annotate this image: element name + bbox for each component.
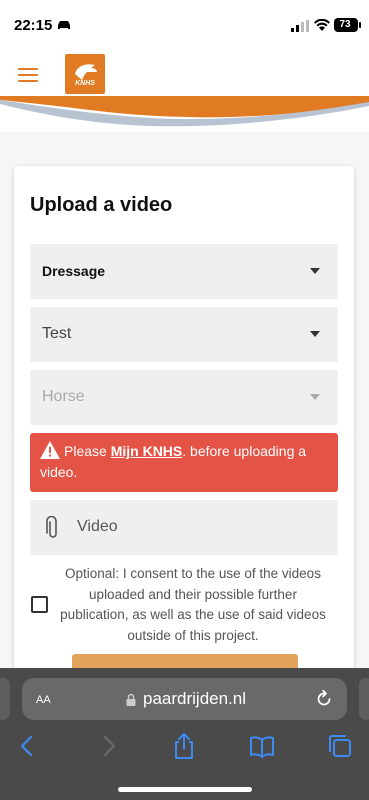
discipline-select[interactable]: Dressage (30, 244, 338, 299)
consent-checkbox[interactable] (31, 596, 48, 613)
car-icon (58, 21, 70, 29)
back-button[interactable] (14, 732, 42, 760)
previous-tab-preview[interactable] (0, 678, 10, 720)
test-value: Test (42, 325, 72, 342)
bookmarks-button[interactable] (248, 732, 276, 760)
share-icon (175, 733, 193, 759)
menu-icon[interactable] (18, 68, 38, 84)
url-text: paardrijden.nl (143, 689, 247, 708)
paperclip-icon (46, 516, 57, 538)
horse-value: Horse (42, 388, 85, 405)
site-header: KNHS (0, 46, 369, 132)
status-bar: 22:15 73 (0, 0, 369, 46)
warning-icon (40, 441, 60, 459)
mijn-knhs-link[interactable]: Mijn KNHS (111, 443, 183, 459)
test-select[interactable]: Test (30, 307, 338, 362)
next-tab-preview[interactable] (359, 678, 369, 720)
wifi-icon (314, 19, 330, 31)
page-title: Upload a video (30, 194, 173, 216)
reload-icon[interactable] (315, 690, 333, 708)
discipline-value: Dressage (42, 263, 106, 279)
forward-button[interactable] (94, 732, 122, 760)
horse-head-icon (75, 64, 97, 80)
horse-select[interactable]: Horse (30, 370, 338, 425)
address-bar[interactable]: AA paardrijden.nl (22, 678, 347, 720)
tabs-button[interactable] (326, 732, 354, 760)
signal-icon (291, 20, 309, 32)
chevron-down-icon (310, 331, 320, 337)
tabs-icon (329, 735, 351, 757)
battery-level: 73 (339, 19, 351, 30)
bookmarks-icon (250, 736, 274, 758)
consent-text: Optional: I consent to the use of the vi… (60, 566, 326, 643)
upload-card: Upload a video Dressage Test Horse Pleas… (14, 166, 354, 726)
aa-label: AA (36, 694, 51, 706)
share-button[interactable] (170, 732, 198, 760)
home-indicator (118, 787, 252, 792)
browser-toolbar: AA paardrijden.nl (0, 668, 369, 800)
lock-icon (126, 693, 136, 706)
battery-icon: 73 (334, 18, 361, 32)
header-swoosh (0, 96, 369, 127)
login-alert: Please Mijn KNHS. before uploading a vid… (30, 433, 338, 492)
status-time: 22:15 (14, 17, 53, 34)
forward-icon (103, 735, 116, 757)
chevron-down-icon (310, 268, 320, 274)
video-upload-field[interactable]: Video (30, 500, 338, 555)
back-icon (20, 735, 33, 757)
video-label: Video (77, 518, 118, 535)
logo-text: KNHS (75, 80, 95, 87)
reader-settings-button[interactable]: AA (36, 690, 51, 708)
knhs-logo[interactable]: KNHS (65, 54, 105, 94)
chevron-down-icon (310, 394, 320, 400)
alert-prefix: Please (64, 443, 111, 459)
